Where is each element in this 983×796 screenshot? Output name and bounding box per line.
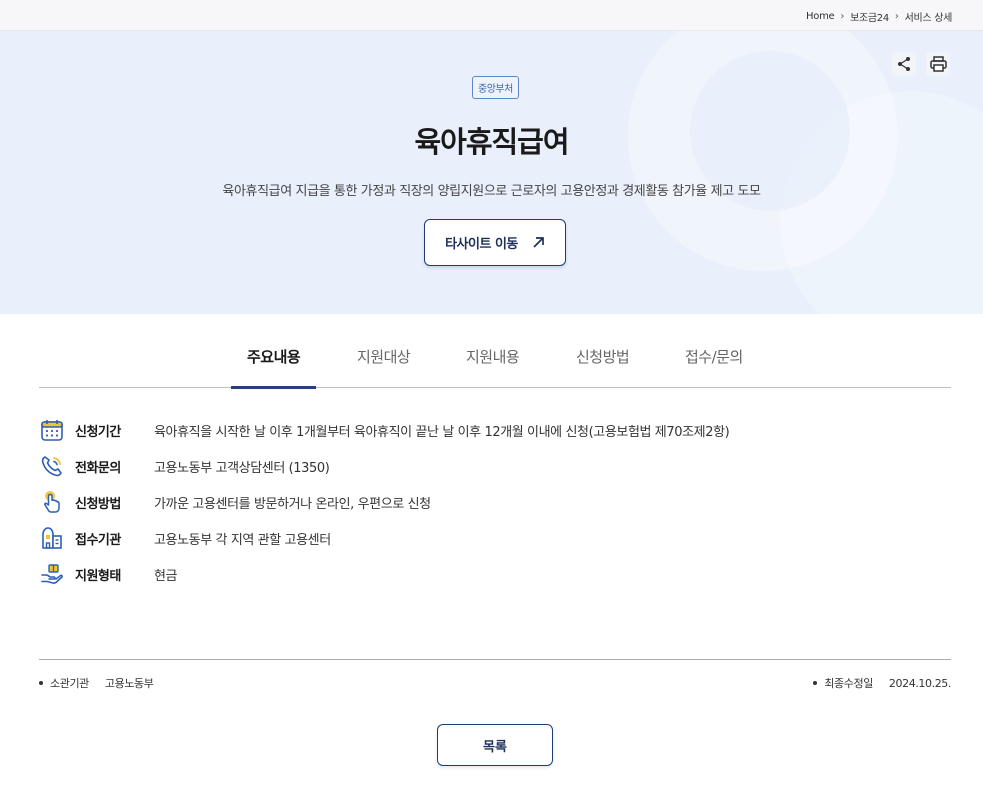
info-row-support-type: 지원형태 현금 bbox=[39, 560, 178, 588]
info-row-receiving-agency: 접수기관 고용노동부 각 지역 관할 고용센터 bbox=[39, 524, 331, 552]
page-title: 육아휴직급여 bbox=[414, 125, 569, 159]
info-label: 전화문의 bbox=[75, 460, 121, 476]
info-value: 현금 bbox=[154, 568, 178, 584]
arrow-up-right-icon bbox=[533, 237, 544, 248]
bullet-icon bbox=[39, 681, 43, 685]
external-site-button[interactable]: 타사이트 이동 bbox=[424, 219, 566, 266]
print-button[interactable] bbox=[926, 52, 950, 76]
last-modified-date: 2024.10.25. bbox=[888, 676, 951, 690]
info-value: 고용노동부 고객상담센터 (1350) bbox=[154, 460, 330, 476]
chevron-right-icon: › bbox=[894, 11, 899, 22]
tab-reception-inquiry[interactable]: 접수/문의 bbox=[685, 346, 743, 367]
last-modified: 최종수정일 2024.10.25. bbox=[813, 675, 951, 691]
info-label: 신청기간 bbox=[75, 424, 121, 440]
breadcrumb-home[interactable]: Home bbox=[806, 11, 835, 22]
breadcrumb-subsidy24[interactable]: 보조금24 bbox=[850, 9, 889, 24]
responsible-agency-label: 소관기관 bbox=[50, 677, 89, 690]
agency-type-badge: 중앙부처 bbox=[472, 76, 519, 99]
hand-gift-icon bbox=[39, 561, 65, 587]
back-to-list-button[interactable]: 목록 bbox=[437, 724, 553, 766]
info-row-application-period: 신청기간 육아휴직을 시작한 날 이후 1개월부터 육아휴직이 끝난 날 이후 … bbox=[39, 416, 730, 444]
responsible-agency-value: 고용노동부 bbox=[104, 677, 154, 690]
external-site-label: 타사이트 이동 bbox=[445, 237, 518, 252]
info-value: 가까운 고용센터를 방문하거나 온라인, 우편으로 신청 bbox=[154, 496, 431, 512]
building-icon bbox=[39, 525, 65, 551]
hand-pointer-icon bbox=[39, 489, 65, 515]
bullet-icon bbox=[813, 681, 818, 685]
section-divider bbox=[39, 659, 951, 660]
tab-eligibility[interactable]: 지원대상 bbox=[357, 346, 411, 367]
phone-icon bbox=[39, 453, 65, 479]
breadcrumb-current: 서비스 상세 bbox=[904, 13, 953, 24]
service-description: 육아휴직급여 지급을 통한 가정과 직장의 양립지원으로 근로자의 고용안정과 … bbox=[222, 184, 761, 199]
info-value: 고용노동부 각 지역 관할 고용센터 bbox=[154, 532, 331, 548]
info-row-phone-inquiry: 전화문의 고용노동부 고객상담센터 (1350) bbox=[39, 452, 330, 480]
tab-how-to-apply[interactable]: 신청방법 bbox=[576, 346, 630, 367]
share-button[interactable] bbox=[892, 52, 916, 76]
info-value: 육아휴직을 시작한 날 이후 1개월부터 육아휴직이 끝난 날 이후 12개월 … bbox=[154, 424, 730, 440]
chevron-right-icon: › bbox=[840, 11, 845, 22]
printer-icon bbox=[929, 56, 947, 72]
tab-main-content[interactable]: 주요내용 bbox=[247, 346, 301, 367]
content-tabs: 주요내용 지원대상 지원내용 신청방법 접수/문의 bbox=[39, 333, 951, 389]
breadcrumb: Home › 보조금24 › 서비스 상세 bbox=[806, 9, 952, 24]
info-label: 신청방법 bbox=[75, 496, 121, 512]
info-label: 접수기관 bbox=[75, 532, 121, 548]
share-icon bbox=[898, 57, 910, 71]
responsible-agency: 소관기관 고용노동부 bbox=[39, 675, 154, 691]
top-bar: Home › 보조금24 › 서비스 상세 bbox=[0, 0, 983, 31]
info-label: 지원형태 bbox=[75, 568, 121, 584]
active-tab-indicator bbox=[231, 386, 316, 389]
calendar-icon bbox=[39, 417, 65, 443]
service-hero: 중앙부처 육아휴직급여 육아휴직급여 지급을 통한 가정과 직장의 양립지원으로… bbox=[0, 31, 983, 314]
info-row-application-method: 신청방법 가까운 고용센터를 방문하거나 온라인, 우편으로 신청 bbox=[39, 488, 431, 516]
last-modified-label: 최종수정일 bbox=[824, 677, 873, 690]
tab-support-details[interactable]: 지원내용 bbox=[466, 346, 520, 367]
